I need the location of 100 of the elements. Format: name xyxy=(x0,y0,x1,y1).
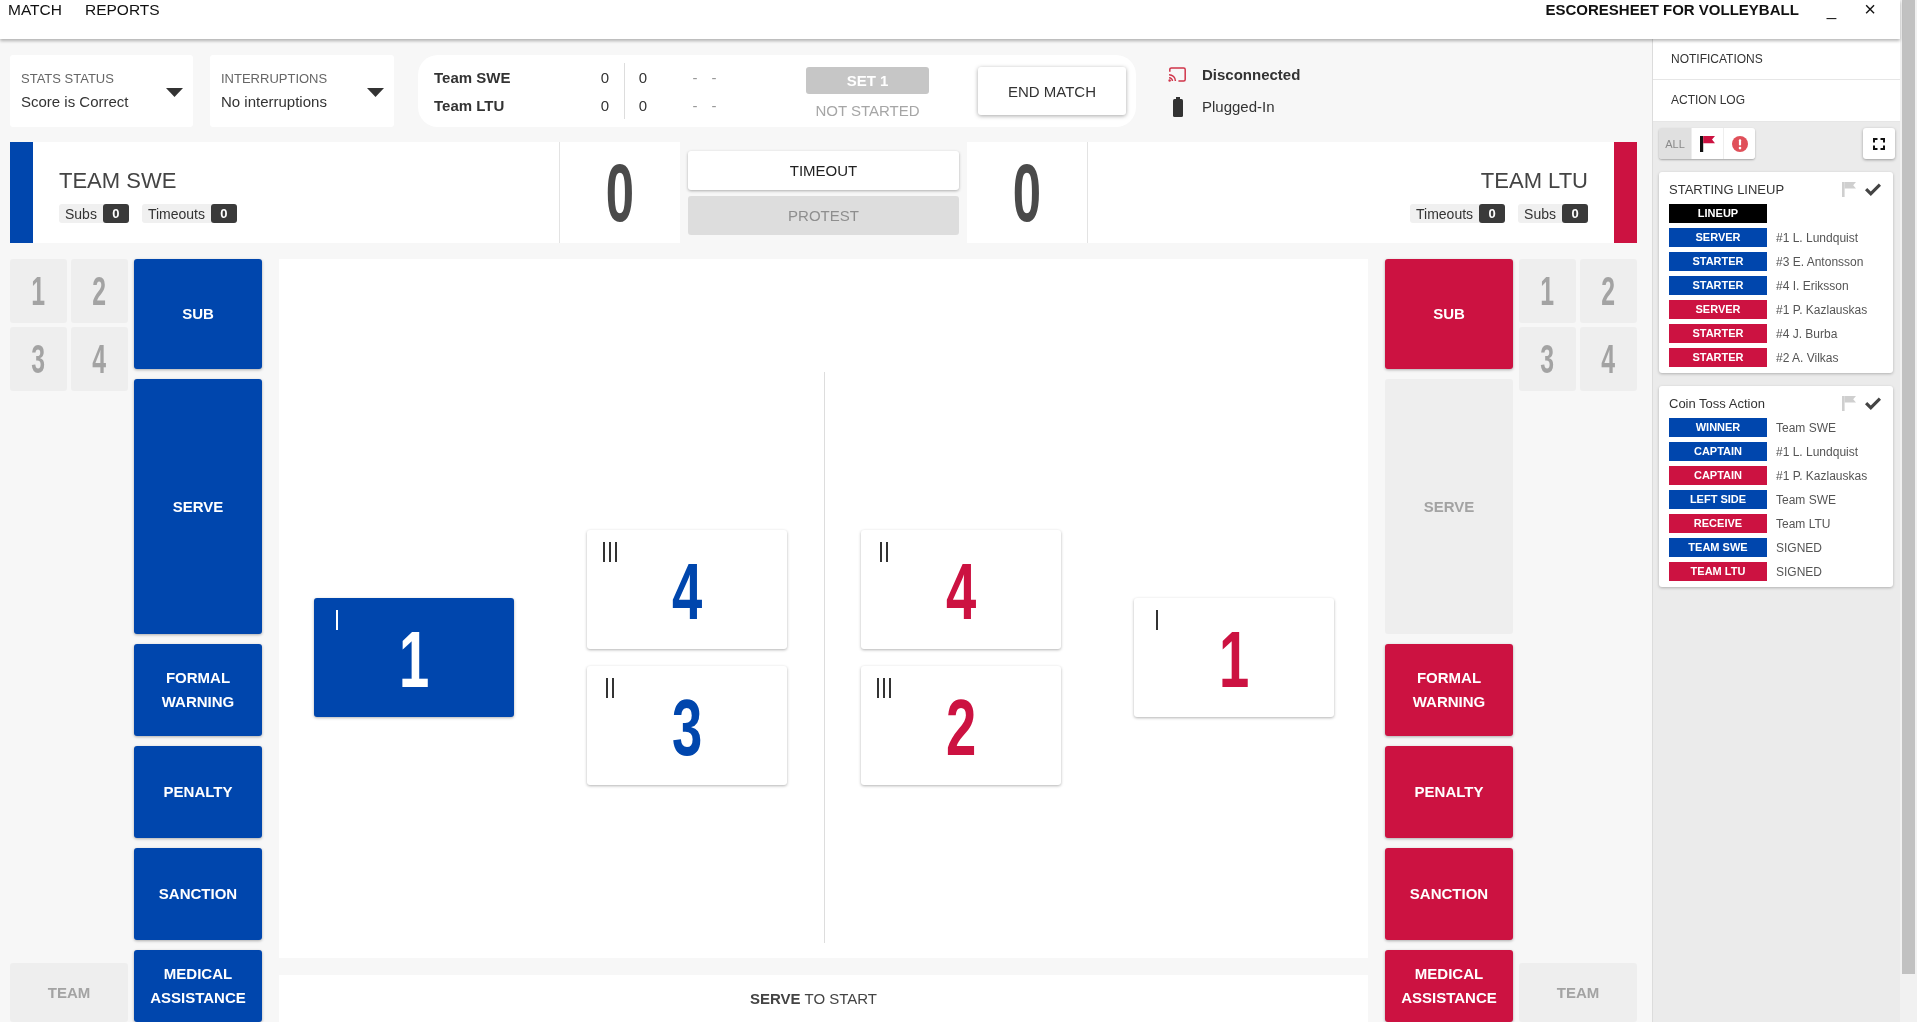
action-tag: SERVER xyxy=(1669,228,1767,247)
action-tag: CAPTAIN xyxy=(1669,442,1767,461)
player-number: 1 xyxy=(1218,619,1250,700)
counter-value: 0 xyxy=(1479,204,1506,223)
counter-value: 0 xyxy=(211,204,237,223)
counter-label: Timeouts xyxy=(146,205,206,222)
action-button[interactable]: SUB xyxy=(134,259,262,369)
score-cell-text: - xyxy=(691,68,699,86)
check-icon[interactable] xyxy=(1865,182,1881,196)
player-card[interactable]: II 3 xyxy=(587,666,787,785)
log-entry-text: #4 I. Eriksson xyxy=(1776,278,1849,293)
player-number: 4 xyxy=(671,551,703,632)
log-entry-text: Team SWE xyxy=(1776,420,1836,435)
dropdown-value: No interruptions xyxy=(221,93,328,111)
action-button[interactable]: FORMAL WARNING xyxy=(1385,644,1513,736)
score-cell-text: 0 xyxy=(599,96,611,114)
connection-status: Disconnected xyxy=(1202,65,1301,83)
sidebar-tab[interactable]: NOTIFICATIONS xyxy=(1653,39,1900,80)
team-name: TEAM SWE xyxy=(59,168,177,193)
menu-item[interactable]: MATCH xyxy=(8,1,62,18)
counter-label: Timeouts xyxy=(1415,205,1475,222)
fullscreen-button[interactable] xyxy=(1863,128,1895,159)
score-cell-text: - xyxy=(710,96,718,114)
dropdown[interactable]: INTERRUPTIONS No interruptions xyxy=(210,55,394,127)
caret-icon xyxy=(166,87,183,97)
action-button[interactable]: SERVE xyxy=(134,379,262,634)
minimize-button[interactable]: _ xyxy=(1826,0,1837,19)
counter-label: Subs xyxy=(1523,205,1557,222)
fullscreen-icon xyxy=(1873,137,1885,150)
dropdown-label: INTERRUPTIONS xyxy=(221,71,329,86)
action-tag: STARTER xyxy=(1669,324,1767,343)
dropdown-label: STATS STATUS xyxy=(21,71,115,86)
timeout-button[interactable]: TIMEOUT xyxy=(688,151,959,190)
action-button[interactable]: SANCTION xyxy=(1385,848,1513,940)
log-entry-text: SIGNED xyxy=(1776,540,1822,555)
team-score: 0 xyxy=(1012,151,1042,234)
player-card[interactable]: III 2 xyxy=(861,666,1061,785)
player-card[interactable]: I 1 xyxy=(1134,598,1334,717)
player-card[interactable]: I 1 xyxy=(314,598,514,717)
action-tag: LINEUP xyxy=(1669,204,1767,223)
filter-button[interactable] xyxy=(1691,128,1723,159)
serve-prompt: SERVE TO START xyxy=(750,990,877,1007)
end-match-button[interactable]: END MATCH xyxy=(978,67,1126,115)
log-entry-text: #1 L. Lundquist xyxy=(1776,444,1859,459)
dropdown-value: Score is Correct xyxy=(21,93,130,111)
log-entry-text: #2 A. Vilkas xyxy=(1776,350,1839,365)
score-cell-text: - xyxy=(691,96,699,114)
position-numeral: II xyxy=(602,674,618,703)
action-tag: STARTER xyxy=(1669,276,1767,295)
caret-icon xyxy=(367,87,384,97)
player-number: 3 xyxy=(671,687,703,768)
team-name: Team LTU xyxy=(434,96,506,114)
position-numeral: I xyxy=(1153,606,1161,635)
action-button[interactable]: MEDICAL ASSISTANCE xyxy=(1385,950,1513,1022)
log-entry-text: #4 J. Burba xyxy=(1776,326,1838,341)
player-card[interactable]: III 4 xyxy=(587,530,787,649)
action-tag: TEAM LTU xyxy=(1669,562,1767,581)
log-entry-text: #1 P. Kazlauskas xyxy=(1776,302,1868,317)
score-cell-text: 0 xyxy=(637,68,649,86)
position-numeral: III xyxy=(873,674,895,703)
action-tag: SERVER xyxy=(1669,300,1767,319)
log-entry-text: #1 L. Lundquist xyxy=(1776,230,1859,245)
alert-icon xyxy=(1731,135,1748,152)
player-number: 4 xyxy=(945,551,977,632)
action-button[interactable]: PENALTY xyxy=(134,746,262,838)
counter-value: 0 xyxy=(1562,204,1588,223)
action-button[interactable]: PENALTY xyxy=(1385,746,1513,838)
action-tag: RECEIVE xyxy=(1669,514,1767,533)
player-card[interactable]: II 4 xyxy=(861,530,1061,649)
menu-item[interactable]: REPORTS xyxy=(84,1,160,18)
log-entry-text: SIGNED xyxy=(1776,564,1822,579)
set-status: NOT STARTED xyxy=(814,102,921,119)
counter-value: 0 xyxy=(102,204,129,223)
check-icon[interactable] xyxy=(1865,396,1881,410)
log-entry-text: #3 E. Antonsson xyxy=(1776,254,1864,269)
action-button[interactable]: SANCTION xyxy=(134,848,262,940)
sidebar-tab[interactable]: ACTION LOG xyxy=(1653,80,1900,122)
app-title: ESCORESHEET FOR VOLLEYBALL xyxy=(1545,0,1799,18)
log-title: STARTING LINEUP xyxy=(1669,181,1785,197)
score-cell-text: 0 xyxy=(637,96,649,114)
action-tag: CAPTAIN xyxy=(1669,466,1767,485)
score-cell-text: - xyxy=(710,68,718,86)
action-button[interactable]: SUB xyxy=(1385,259,1513,369)
scrollbar[interactable] xyxy=(1900,0,1917,1022)
action-button[interactable]: FORMAL WARNING xyxy=(134,644,262,736)
log-entry-text: Team SWE xyxy=(1776,492,1836,507)
power-status: Plugged-In xyxy=(1202,98,1275,115)
action-tag: STARTER xyxy=(1669,348,1767,367)
team-name: TEAM LTU xyxy=(1480,168,1588,193)
action-tag: WINNER xyxy=(1669,418,1767,437)
position-numeral: II xyxy=(876,538,892,567)
action-tag: STARTER xyxy=(1669,252,1767,271)
dropdown[interactable]: STATS STATUS Score is Correct xyxy=(10,55,193,127)
log-entry-text: #1 P. Kazlauskas xyxy=(1776,468,1868,483)
player-number: 1 xyxy=(398,619,430,700)
flag-icon xyxy=(1700,135,1715,152)
action-button[interactable]: MEDICAL ASSISTANCE xyxy=(134,950,262,1022)
log-entry-text: Team LTU xyxy=(1776,516,1831,531)
close-button[interactable]: × xyxy=(1864,0,1876,18)
team-name: Team SWE xyxy=(434,68,512,86)
